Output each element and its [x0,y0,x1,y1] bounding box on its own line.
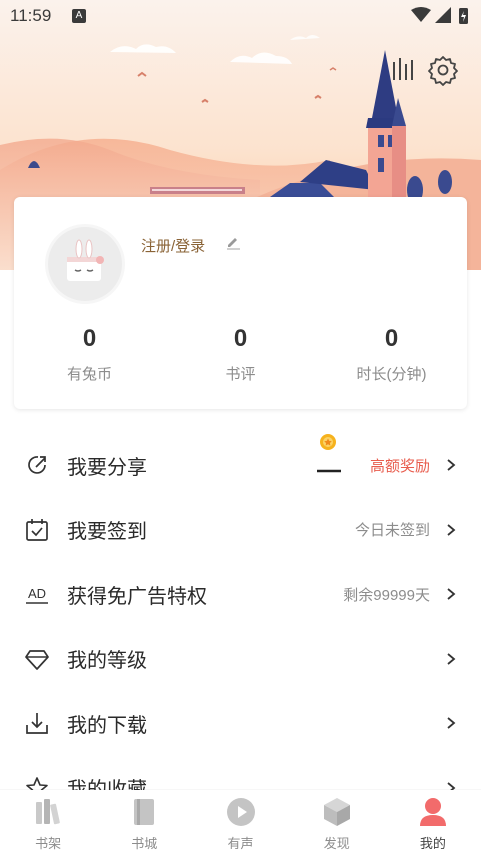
cube-icon [323,798,350,826]
menu-label: 获得免广告特权 [67,585,207,608]
person-icon [419,798,446,826]
menu-item-ad-free[interactable]: AD 获得免广告特权 剩余99999天 [0,562,481,627]
profile-stats: 0 有兔币 0 书评 0 时长(分钟) [14,325,467,384]
nav-item-mine[interactable]: 我的 [385,790,481,855]
chevron-right-icon [447,588,456,600]
chevron-right-icon [447,459,456,471]
chevron-right-icon [447,524,456,536]
nav-label: 发现 [323,836,350,851]
wifi-icon [411,7,431,22]
status-bar: 11:59 A [0,0,481,34]
signal-icon [435,7,451,23]
nav-item-bookstore[interactable]: 书城 [96,790,192,855]
menu-label: 我的等级 [67,650,147,673]
nav-label: 我的 [419,836,446,851]
status-time: 11:59 [10,6,52,25]
menu-item-level[interactable]: 我的等级 [0,627,481,692]
book-icon [134,799,155,825]
menu-label: 我的下载 [67,714,147,737]
menu-label: 我要签到 [67,521,147,544]
menu-value: 剩余99999天 [343,586,430,604]
status-icons [411,7,468,24]
menu-item-checkin[interactable]: 我要签到 今日未签到 [0,498,481,563]
chevron-right-icon [447,717,456,729]
share-icon [28,456,46,474]
nav-item-audio[interactable]: 有声 [192,790,288,855]
nav-label: 书架 [35,836,62,851]
menu-value: 今日未签到 [354,522,430,540]
menu-label: 我要分享 [67,456,147,479]
gear-icon[interactable] [427,54,459,86]
audio-bars-icon[interactable] [386,54,418,86]
profile-card: 注册/登录 0 有兔币 0 书评 0 时长(分钟) [14,197,467,409]
nav-item-bookshelf[interactable]: 书架 [0,790,96,855]
menu-list: 我要分享 高额奖励 我要签到 今日未签到 AD 获得免广告特权 剩余99999天… [0,433,481,820]
nav-label: 书城 [131,836,158,851]
stat-reviews[interactable]: 0 书评 [165,325,316,384]
chevron-right-icon [447,653,456,665]
play-icon [226,798,255,826]
nav-label: 有声 [227,836,254,851]
login-register-link[interactable]: 注册/登录 [141,235,205,256]
stat-coins[interactable]: 0 有兔币 [14,325,165,384]
notification-badge: A [72,9,86,23]
stat-label: 有兔币 [66,366,112,383]
bookshelf-icon [36,799,60,825]
svg-text:AD: AD [28,586,46,601]
ad-icon: AD [26,586,48,605]
nav-item-discover[interactable]: 发现 [289,790,385,855]
stat-label: 时长(分钟) [356,366,427,383]
menu-item-downloads[interactable]: 我的下载 [0,691,481,756]
bottom-nav: 书架 书城 有声 发现 我的 [0,790,481,855]
menu-value: 高额奖励 [369,457,430,475]
stat-value: 0 [233,325,248,352]
diamond-icon [25,649,49,670]
stat-duration[interactable]: 0 时长(分钟) [316,325,467,384]
rabbit-cake-avatar-icon [67,239,104,281]
stat-value: 0 [384,325,399,352]
coin-icon [317,434,341,473]
pencil-icon[interactable] [225,234,241,250]
stat-value: 0 [82,325,97,352]
calendar-check-icon [26,518,48,541]
menu-item-share[interactable]: 我要分享 高额奖励 [0,433,481,498]
download-icon [26,713,48,735]
stat-label: 书评 [225,366,256,383]
avatar[interactable] [48,227,122,301]
